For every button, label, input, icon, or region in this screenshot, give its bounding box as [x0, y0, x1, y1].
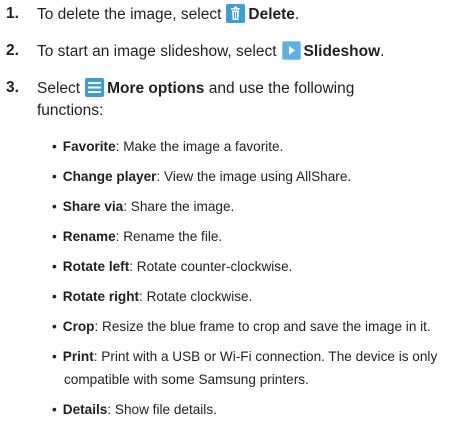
function-name: Share via: [62, 199, 124, 214]
step-number: 2.: [6, 42, 19, 59]
function-description: : Make the image a favorite.: [115, 139, 284, 154]
step-text: Select More options and use the following: [37, 78, 355, 97]
function-description: : View the image using AllShare.: [156, 169, 352, 184]
function-name: Print: [62, 349, 94, 364]
step-text: To delete the image, select Delete.: [37, 4, 300, 23]
step-3-continuation: functions:: [37, 102, 104, 119]
function-name: Rename: [62, 229, 116, 244]
function-description: : Resize the blue frame to crop and save…: [94, 319, 431, 334]
function-description: : Rotate counter-clockwise.: [129, 259, 293, 274]
function-name: Crop: [62, 319, 95, 334]
list-item-share-via: • Share via: Share the image.: [52, 199, 235, 214]
function-description: : Share the image.: [123, 199, 235, 214]
list-item-rotate-left: • Rotate left: Rotate counter-clockwise.: [52, 259, 293, 274]
list-item-favorite: • Favorite: Make the image a favorite.: [52, 139, 284, 154]
trash-icon: [226, 4, 246, 23]
function-name: Rotate left: [62, 259, 130, 274]
list-item-change-player: • Change player: View the image using All…: [52, 169, 352, 184]
list-item-details: • Details: Show file details.: [52, 402, 217, 417]
menu-icon: [85, 78, 105, 97]
list-item-print: • Print: Print with a USB or Wi-Fi connec…: [52, 349, 438, 387]
list-item-rotate-right: • Rotate right: Rotate clockwise.: [52, 289, 253, 304]
slideshow-label: Slideshow: [303, 43, 381, 60]
function-name: Details: [62, 402, 108, 417]
function-name: Favorite: [62, 139, 116, 154]
function-name: Change player: [62, 169, 157, 184]
step-number: 3.: [6, 79, 19, 96]
list-item-crop: • Crop: Resize the blue frame to crop and…: [52, 319, 431, 334]
delete-label: Delete: [248, 6, 295, 23]
list-item-rename: • Rename: Rename the file.: [52, 229, 223, 244]
function-description: : Rename the file.: [115, 229, 223, 244]
play-icon: [281, 41, 301, 60]
more-options-label: More options: [107, 80, 205, 97]
function-name: Rotate right: [62, 289, 140, 304]
function-description: : Print with a USB or Wi-Fi connection. …: [93, 349, 438, 364]
function-description-continuation: compatible with some Samsung printers.: [64, 372, 309, 387]
function-description: : Show file details.: [107, 402, 217, 417]
step-number: 1.: [6, 5, 19, 22]
step-text: To start an image slideshow, select Slide…: [37, 41, 385, 60]
function-description: : Rotate clockwise.: [139, 289, 253, 304]
